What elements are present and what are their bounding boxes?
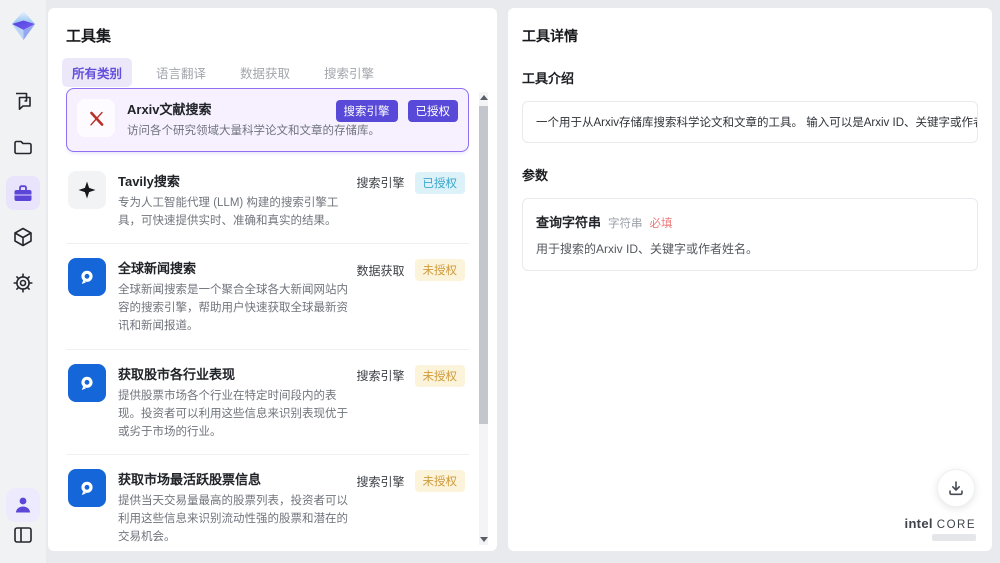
category-label: 搜索引擎 [356, 474, 405, 489]
auth-badge: 未授权 [414, 364, 465, 387]
sidebar-item-toolbox[interactable] [6, 176, 40, 210]
brand-intel: intel [904, 516, 933, 531]
collapse-panel-icon [14, 527, 32, 543]
tab-language-translation[interactable]: 语言翻译 [146, 58, 216, 87]
param-required-flag: 必填 [649, 218, 673, 230]
sidebar-item-settings[interactable] [6, 266, 40, 300]
tool-description: 访问各个研究领域大量科学论文和文章的存储库。 [127, 125, 380, 137]
tool-card-tavily[interactable]: Tavily搜索 专为人工智能代理 (LLM) 构建的搜索引擎工具，可快速提供实… [66, 157, 469, 245]
sidebar-item-files[interactable] [6, 130, 40, 164]
scrollbar-thumb[interactable] [479, 106, 488, 424]
sidebar-item-collapse[interactable] [6, 518, 40, 552]
briefcase-icon [14, 184, 32, 201]
cube-icon [14, 227, 32, 247]
download-icon [949, 480, 963, 495]
tool-card-global-news[interactable]: 全球新闻搜索 全球新闻搜索是一个聚合全球各大新闻网站内容的搜索引擎，帮助用户快速… [66, 244, 469, 350]
tool-description: 提供股票市场各个行业在特定时间段内的表现。投资者可以利用这些信息来识别表现优于或… [118, 389, 348, 438]
sidebar-item-profile[interactable] [6, 488, 40, 522]
tool-card-active-stocks[interactable]: 获取市场最活跃股票信息 提供当天交易量最高的股票列表，投资者可以利用这些信息来识… [66, 455, 469, 551]
tool-title: 全球新闻搜索 [118, 261, 197, 277]
category-tabs: 所有类别 语言翻译 数据获取 搜索引擎 [62, 58, 467, 87]
scroll-down-arrow[interactable] [479, 537, 488, 542]
folder-icon [14, 140, 32, 155]
tab-search-engine[interactable]: 搜索引擎 [314, 58, 384, 87]
auth-badge: 已授权 [414, 171, 465, 194]
app-logo [6, 8, 40, 42]
gear-icon [13, 273, 33, 293]
tavily-star-icon [68, 170, 106, 209]
tool-list-panel: 工具集 所有类别 语言翻译 数据获取 搜索引擎 Arxiv文献搜索 访问各个研究… [48, 8, 497, 551]
sidebar-item-chat[interactable] [6, 84, 40, 118]
tab-all-categories[interactable]: 所有类别 [62, 58, 133, 87]
tool-list: Arxiv文献搜索 访问各个研究领域大量科学论文和文章的存储库。 搜索引擎 已授… [66, 88, 469, 551]
auth-badge: 已授权 [407, 100, 458, 122]
news-search-icon [68, 258, 106, 297]
category-label: 数据获取 [356, 263, 405, 278]
tool-title: Tavily搜索 [118, 173, 180, 189]
intel-core-logo: intel CORE [905, 516, 976, 541]
sidebar-item-models[interactable] [6, 220, 40, 254]
tool-title: 获取股市各行业表现 [118, 366, 236, 382]
chat-icon [16, 92, 31, 110]
auth-badge: 未授权 [414, 259, 465, 282]
tool-description: 提供当天交易量最高的股票列表，投资者可以利用这些信息来识别流动性强的股票和潜在的… [118, 495, 348, 543]
auth-badge: 未授权 [414, 470, 465, 493]
intro-text: 一个用于从Arxiv存储库搜索科学论文和文章的工具。 输入可以是Arxiv ID… [522, 101, 978, 143]
tool-description: 专为人工智能代理 (LLM) 构建的搜索引擎工具，可快速提供实时、准确和真实的结… [118, 196, 339, 227]
brand-ultra-mark [932, 534, 976, 541]
left-rail [0, 0, 46, 563]
tool-detail-panel: 工具详情 工具介绍 一个用于从Arxiv存储库搜索科学论文和文章的工具。 输入可… [508, 8, 992, 551]
category-badge: 搜索引擎 [335, 100, 398, 122]
intro-heading: 工具介绍 [522, 71, 575, 86]
param-name: 查询字符串 [536, 215, 602, 230]
user-icon [16, 497, 30, 513]
list-scrollbar[interactable] [479, 92, 488, 545]
tool-title: 获取市场最活跃股票信息 [118, 472, 262, 488]
detail-title: 工具详情 [522, 28, 578, 44]
app-logo-icon [11, 10, 35, 40]
tab-data-fetch[interactable]: 数据获取 [230, 58, 300, 87]
news-search-icon [68, 469, 106, 508]
arxiv-logo-icon [77, 99, 115, 137]
brand-core: CORE [936, 519, 976, 531]
news-search-icon [68, 363, 106, 402]
tool-card-sector-performance[interactable]: 获取股市各行业表现 提供股票市场各个行业在特定时间段内的表现。投资者可以利用这些… [66, 350, 469, 456]
tool-description: 全球新闻搜索是一个聚合全球各大新闻网站内容的搜索引擎，帮助用户快速获取全球最新资… [118, 284, 348, 333]
tool-title: Arxiv文献搜索 [127, 102, 212, 117]
download-button[interactable] [937, 469, 975, 507]
scroll-up-arrow[interactable] [479, 95, 488, 100]
param-type: 字符串 [608, 218, 643, 230]
tool-card-arxiv[interactable]: Arxiv文献搜索 访问各个研究领域大量科学论文和文章的存储库。 搜索引擎 已授… [66, 88, 469, 152]
params-heading: 参数 [522, 168, 549, 183]
category-label: 搜索引擎 [356, 176, 405, 191]
param-description: 用于搜索的Arxiv ID、关键字或作者姓名。 [536, 242, 759, 256]
category-label: 搜索引擎 [356, 369, 405, 384]
param-card: 查询字符串 字符串 必填 用于搜索的Arxiv ID、关键字或作者姓名。 [522, 198, 978, 271]
page-title: 工具集 [66, 28, 112, 45]
